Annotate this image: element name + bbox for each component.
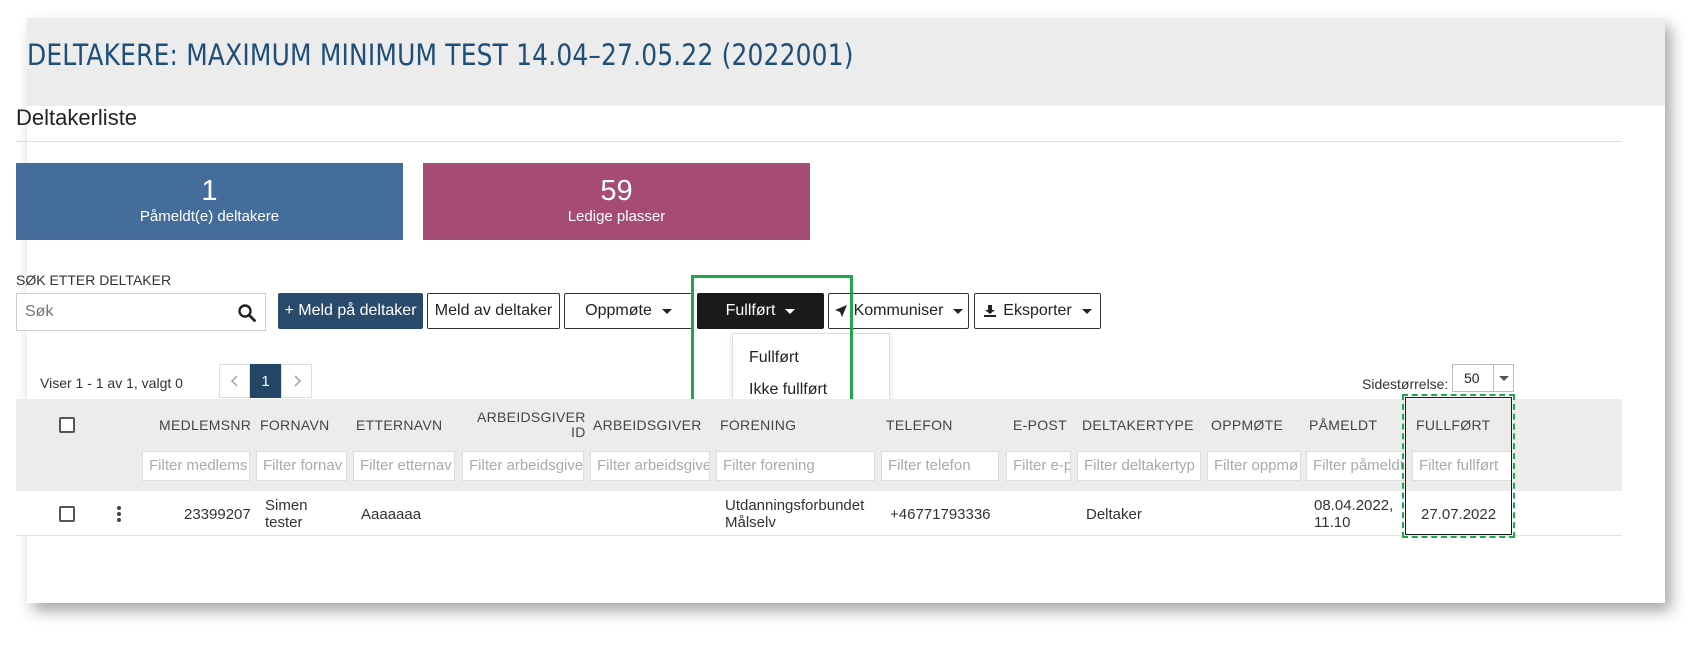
cell-fornavn: Simen tester (265, 497, 308, 531)
caret-down-icon (953, 308, 964, 314)
pager: 1 (219, 364, 312, 398)
download-icon (984, 305, 997, 317)
filter-arbeidsgiver-id[interactable]: Filter arbeidsgive (462, 451, 584, 481)
remove-participant-label: Meld av deltaker (434, 302, 553, 319)
col-header-epost[interactable]: E-POST (1013, 417, 1067, 433)
cell-forening: Utdanningsforbundet Målselv (725, 497, 864, 531)
cell-pameldt: 08.04.2022, 11.10 (1314, 497, 1393, 531)
caret-down-icon (661, 308, 672, 314)
prev-page-button[interactable] (219, 364, 250, 398)
col-header-arbeidsgiver-id-line1: ARBEIDSGIVER (477, 409, 586, 425)
available-count: 59 (600, 175, 633, 207)
col-header-arbeidsgiver-id-line2: ID (571, 424, 586, 440)
row-checkbox[interactable] (59, 506, 75, 522)
cell-deltakertype: Deltaker (1086, 506, 1142, 523)
remove-participant-button[interactable]: Meld av deltaker (427, 293, 560, 329)
highlight-completed-box (691, 275, 853, 410)
page-size-value: 50 (1464, 370, 1480, 386)
communicate-label: Kommuniser (853, 302, 944, 319)
page-button-current[interactable]: 1 (250, 364, 281, 398)
attendance-label: Oppmøte (585, 302, 652, 319)
filter-etternavn[interactable]: Filter etternav (353, 451, 455, 481)
filter-forening[interactable]: Filter forening (716, 451, 875, 481)
filter-fornavn[interactable]: Filter fornav (256, 451, 347, 481)
filter-telefon[interactable]: Filter telefon (881, 451, 999, 481)
page-size-label: Sidestørrelse: (1362, 376, 1449, 392)
select-all-checkbox[interactable] (59, 417, 75, 433)
search-label: SØK ETTER DELTAKER (16, 272, 172, 288)
registered-stat: 1 Påmeldt(e) deltakere (16, 163, 403, 240)
title-bar: DELTAKERE: MAXIMUM MINIMUM TEST 14.04–27… (27, 18, 1665, 106)
cell-forening-line1: Utdanningsforbundet (725, 497, 865, 514)
highlight-fullfort-column (1402, 394, 1515, 538)
filter-oppmote[interactable]: Filter oppmø (1207, 451, 1301, 481)
cell-fornavn-line1: Simen (265, 497, 308, 514)
available-stat: 59 Ledige plasser (423, 163, 810, 240)
export-label: Eksporter (1003, 302, 1072, 319)
attendance-dropdown-button[interactable]: Oppmøte (564, 293, 693, 329)
cell-pameldt-line1: 08.04.2022, (1314, 497, 1394, 514)
col-header-oppmote[interactable]: OPPMØTE (1211, 417, 1283, 433)
available-label: Ledige plasser (567, 208, 666, 225)
search-box (16, 293, 266, 331)
page-title: DELTAKERE: MAXIMUM MINIMUM TEST 14.04–27… (27, 38, 854, 72)
page-size-arrow[interactable] (1493, 365, 1513, 391)
col-header-pameldt[interactable]: PÅMELDT (1309, 417, 1377, 433)
filter-arbeidsgiver[interactable]: Filter arbeidsgive (590, 451, 710, 481)
col-header-medlemsnr[interactable]: MEDLEMSNR (159, 417, 251, 433)
cell-forening-line2: Målselv (725, 514, 776, 531)
filter-medlemsnr[interactable]: Filter medlems (142, 451, 250, 481)
row-menu-icon[interactable] (117, 506, 121, 522)
col-header-telefon[interactable]: TELEFON (886, 417, 953, 433)
filter-deltakertype[interactable]: Filter deltakertyp (1077, 451, 1201, 481)
add-participant-button[interactable]: + Meld på deltaker (278, 293, 423, 329)
col-header-arbeidsgiver[interactable]: ARBEIDSGIVER (593, 417, 702, 433)
registered-label: Påmeldt(e) deltakere (139, 208, 280, 225)
chevron-left-icon (230, 375, 238, 387)
page-size-select[interactable]: 50 (1452, 364, 1514, 392)
section-title: Deltakerliste (16, 105, 138, 130)
chevron-right-icon (293, 375, 301, 387)
filter-pameldt[interactable]: Filter påmeldt (1306, 451, 1406, 481)
col-header-deltakertype[interactable]: DELTAKERTYPE (1082, 417, 1194, 433)
filter-epost[interactable]: Filter e-p (1006, 451, 1071, 481)
divider (16, 141, 1622, 142)
cell-etternavn: Aaaaaaa (361, 506, 422, 523)
export-dropdown-button[interactable]: Eksporter (974, 293, 1101, 329)
search-icon[interactable] (237, 303, 257, 323)
cell-pameldt-line2: 11.10 (1314, 514, 1351, 531)
registered-count: 1 (201, 175, 218, 207)
caret-down-icon (1081, 308, 1092, 314)
col-header-fornavn[interactable]: FORNAVN (260, 417, 330, 433)
col-header-arbeidsgiver-id[interactable]: ARBEIDSGIVER ID (477, 410, 586, 440)
col-header-etternavn[interactable]: ETTERNAVN (356, 417, 442, 433)
next-page-button[interactable] (281, 364, 312, 398)
showing-count: Viser 1 - 1 av 1, valgt 0 (40, 375, 183, 391)
col-header-forening[interactable]: FORENING (720, 417, 796, 433)
search-input[interactable] (17, 294, 227, 330)
caret-down-icon (1498, 375, 1509, 381)
cell-telefon: +46771793336 (890, 506, 991, 523)
cell-medlemsnr: 23399207 (184, 506, 251, 523)
add-participant-label: + Meld på deltaker (284, 302, 417, 319)
cell-fornavn-line2: tester (265, 514, 303, 531)
